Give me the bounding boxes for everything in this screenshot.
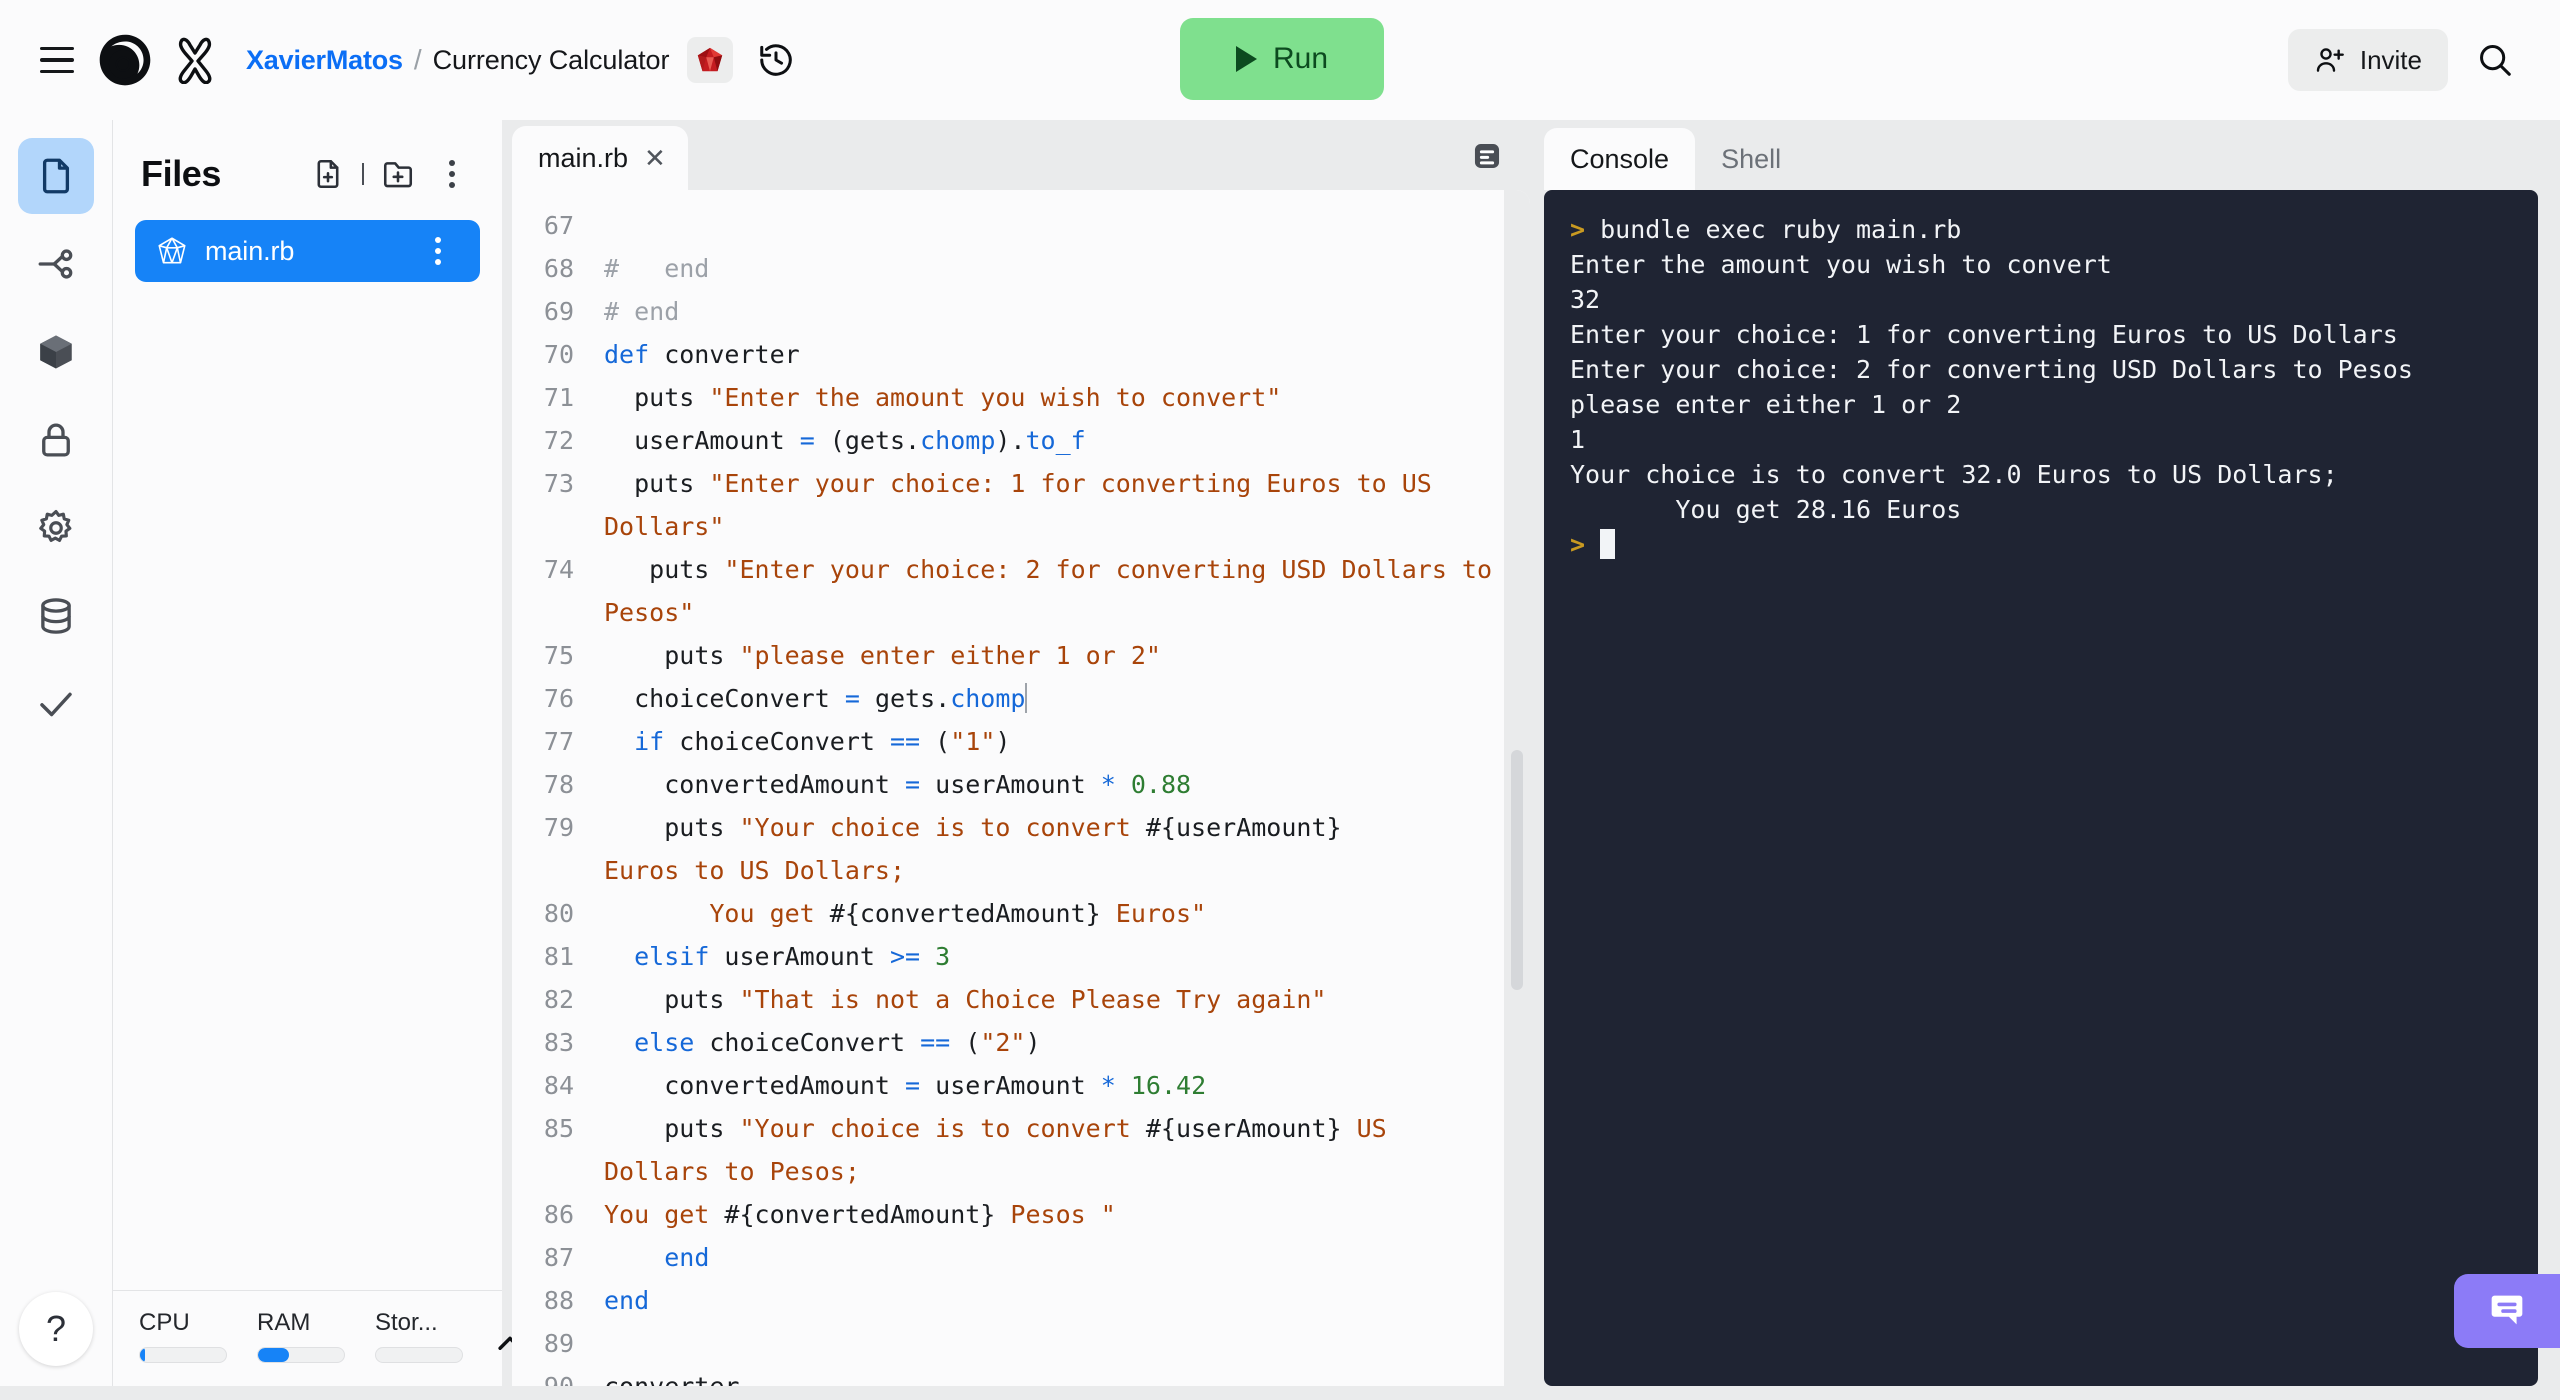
console-output[interactable]: > bundle exec ruby main.rb Enter the amou… [1544,190,2538,1386]
editor-tabstrip: main.rb ✕ [512,120,1530,190]
invite-button-label: Invite [2359,44,2422,75]
replit-logo-icon[interactable] [98,33,152,87]
menu-icon[interactable] [26,29,88,91]
tool-rail: ? [0,120,112,1386]
usage-cpu-track [139,1347,227,1363]
package-cube-icon [40,335,72,369]
replit-workspace: XavierMatos / Currency Calculator Run In… [0,0,2560,1400]
code-content[interactable]: # end # end def converter puts "Enter the … [590,204,1504,1386]
usage-storage[interactable]: Stor... [375,1309,463,1363]
usage-cpu-label: CPU [139,1309,190,1336]
actions-divider [362,163,364,185]
usage-cpu[interactable]: CPU [139,1309,227,1363]
tab-label: main.rb [538,142,629,173]
breadcrumb-separator: / [413,44,422,75]
workspace-body: ? Files main.rb CPU RAM Stor... main.rb … [0,120,2560,1400]
help-icon: ? [45,1308,67,1349]
lock-icon [42,423,70,457]
sidebar-item-settings[interactable] [18,490,94,566]
sidebar-item-files[interactable] [18,138,94,214]
console-tabstrip: Console Shell [1530,120,2560,190]
breadcrumb: XavierMatos / Currency Calculator [246,44,669,76]
close-icon[interactable]: ✕ [644,145,666,171]
new-file-icon[interactable] [304,150,352,198]
breadcrumb-project[interactable]: Currency Calculator [433,45,670,76]
files-more-icon[interactable] [428,150,476,198]
sidebar-item-database[interactable] [18,578,94,654]
files-panel: Files main.rb CPU RAM Stor... [112,120,522,1386]
sidebar-item-checks[interactable] [18,666,94,742]
breadcrumb-user[interactable]: XavierMatos [246,45,403,76]
sidebar-item-packages[interactable] [18,314,94,390]
header-left-group: XavierMatos / Currency Calculator [26,29,807,91]
tab-shell[interactable]: Shell [1695,128,1807,190]
kebab-menu-icon [449,160,455,188]
new-folder-icon[interactable] [374,150,422,198]
sidebar-item-secrets[interactable] [18,402,94,478]
code-editor[interactable]: 67 68 69 70 71 72 73 74 75 76 77 78 79 80 81 82 83 84 85 86… [512,190,1530,1386]
usage-ram[interactable]: RAM [257,1309,345,1363]
ruby-gem-icon[interactable] [687,37,734,83]
console-pane: Console Shell > bundle exec ruby main.rb… [1530,120,2560,1386]
files-title: Files [141,153,222,194]
usage-storage-track [375,1347,463,1363]
tab-main-rb[interactable]: main.rb ✕ [512,126,688,190]
format-lines-icon[interactable] [1470,139,1504,178]
search-icon[interactable] [2464,29,2526,91]
x-logo-icon[interactable] [174,36,216,84]
app-header: XavierMatos / Currency Calculator Run In… [0,0,2560,120]
code-area[interactable]: 67 68 69 70 71 72 73 74 75 76 77 78 79 80 81 82 83 84 85 86… [512,190,1504,1386]
ruby-file-icon [158,237,186,264]
tab-shell-label: Shell [1721,143,1782,174]
play-icon [1235,46,1257,72]
hamburger-icon [40,46,74,74]
person-add-icon [2316,48,2344,72]
usage-cpu-fill [140,1348,146,1362]
run-button-label: Run [1272,42,1329,75]
usage-ram-track [257,1347,345,1363]
editor-scrollbar[interactable] [1504,190,1530,1386]
usage-ram-label: RAM [257,1309,311,1336]
chat-widget-button[interactable] [2454,1274,2560,1348]
checkmark-icon [40,692,72,717]
help-button[interactable]: ? [19,1292,93,1366]
tab-console-label: Console [1570,143,1670,174]
database-icon [41,598,71,634]
editor-pane: main.rb ✕ 67 68 69 70 71 72 73 74 75 76 77 78 79 80 81… [512,120,1530,1386]
history-icon[interactable] [745,29,807,91]
usage-storage-label: Stor... [375,1309,438,1336]
chat-bubble-icon [2491,1295,2523,1325]
files-header: Files [113,120,502,220]
file-icon [42,158,70,194]
run-button[interactable]: Run [1180,18,1384,100]
header-right-group: Invite [2287,29,2526,91]
invite-button[interactable]: Invite [2287,29,2448,91]
resource-usage-bar: CPU RAM Stor... [113,1290,522,1386]
file-item-main-rb[interactable]: main.rb [135,220,480,282]
files-actions [304,150,476,198]
git-branch-icon [38,249,73,279]
gear-icon [39,509,72,542]
line-number-gutter: 67 68 69 70 71 72 73 74 75 76 77 78 79 80 81 82 83 84 85 86… [543,211,574,1386]
scrollbar-thumb[interactable] [1511,750,1523,990]
file-item-label: main.rb [205,235,295,266]
tab-console[interactable]: Console [1544,128,1696,190]
sidebar-item-version-control[interactable] [18,226,94,302]
usage-ram-fill [258,1348,289,1362]
kebab-menu-icon [435,237,441,265]
file-item-more-icon[interactable] [414,227,462,275]
file-list: main.rb [113,220,502,1290]
